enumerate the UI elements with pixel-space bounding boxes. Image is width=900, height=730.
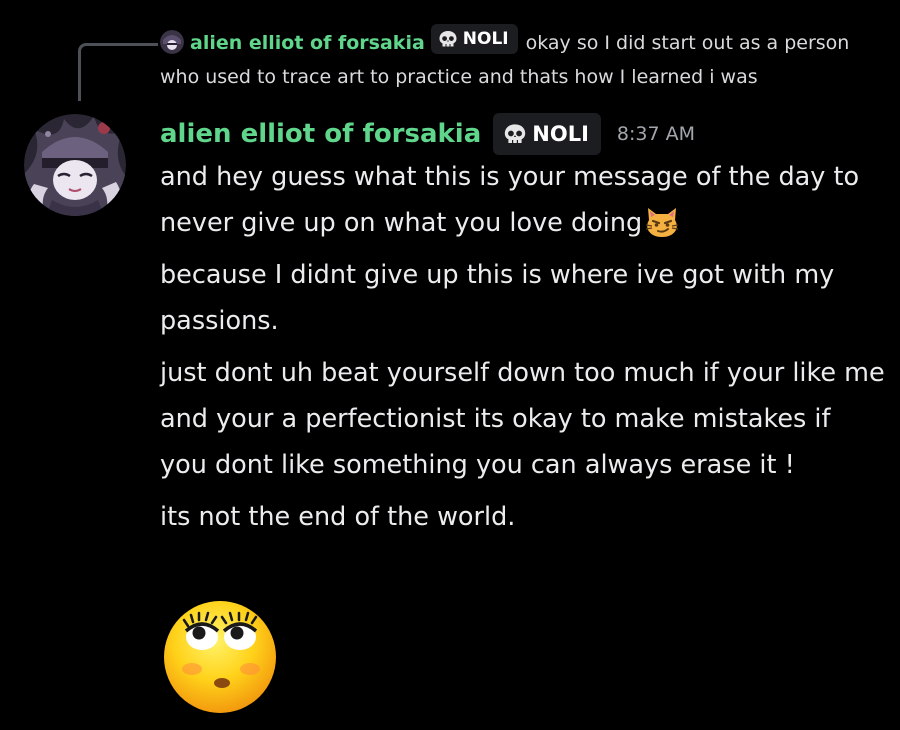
message-paragraph: just dont uh beat yourself down too much… [160, 358, 885, 480]
skull-icon [505, 124, 526, 143]
reply-author-name[interactable]: alien elliot of forsakia [190, 32, 425, 54]
message-content: and hey guess what this is your message … [160, 154, 885, 546]
flushed-eyelashes-emoji-icon[interactable] [160, 595, 280, 715]
reply-server-tag[interactable]: NOLI [430, 24, 518, 54]
smirk-cat-icon[interactable] [644, 203, 680, 239]
avatar-image-icon [160, 30, 184, 54]
message-header: alien elliot of forsakia NOLI 8:37 AM [160, 112, 695, 156]
message-text: and hey guess what this is your message … [160, 162, 860, 238]
author-name[interactable]: alien elliot of forsakia [160, 119, 481, 149]
reply-tag-label: NOLI [462, 29, 509, 49]
server-tag[interactable]: NOLI [493, 113, 601, 155]
reply-preview[interactable]: alien elliot of forsakia NOLI okay so I di… [160, 24, 890, 94]
author-avatar[interactable] [24, 114, 126, 216]
tag-label: NOLI [532, 122, 589, 146]
message-paragraph: and hey guess what this is your message … [160, 154, 885, 246]
reply-avatar[interactable] [160, 30, 184, 54]
skull-icon [439, 31, 457, 47]
reply-connector-line [78, 43, 158, 101]
message-paragraph: its not the end of the world. [160, 502, 516, 532]
message-paragraph: because I didnt give up this is where iv… [160, 260, 835, 336]
message-timestamp[interactable]: 8:37 AM [617, 123, 695, 145]
avatar-image-icon [24, 114, 126, 216]
